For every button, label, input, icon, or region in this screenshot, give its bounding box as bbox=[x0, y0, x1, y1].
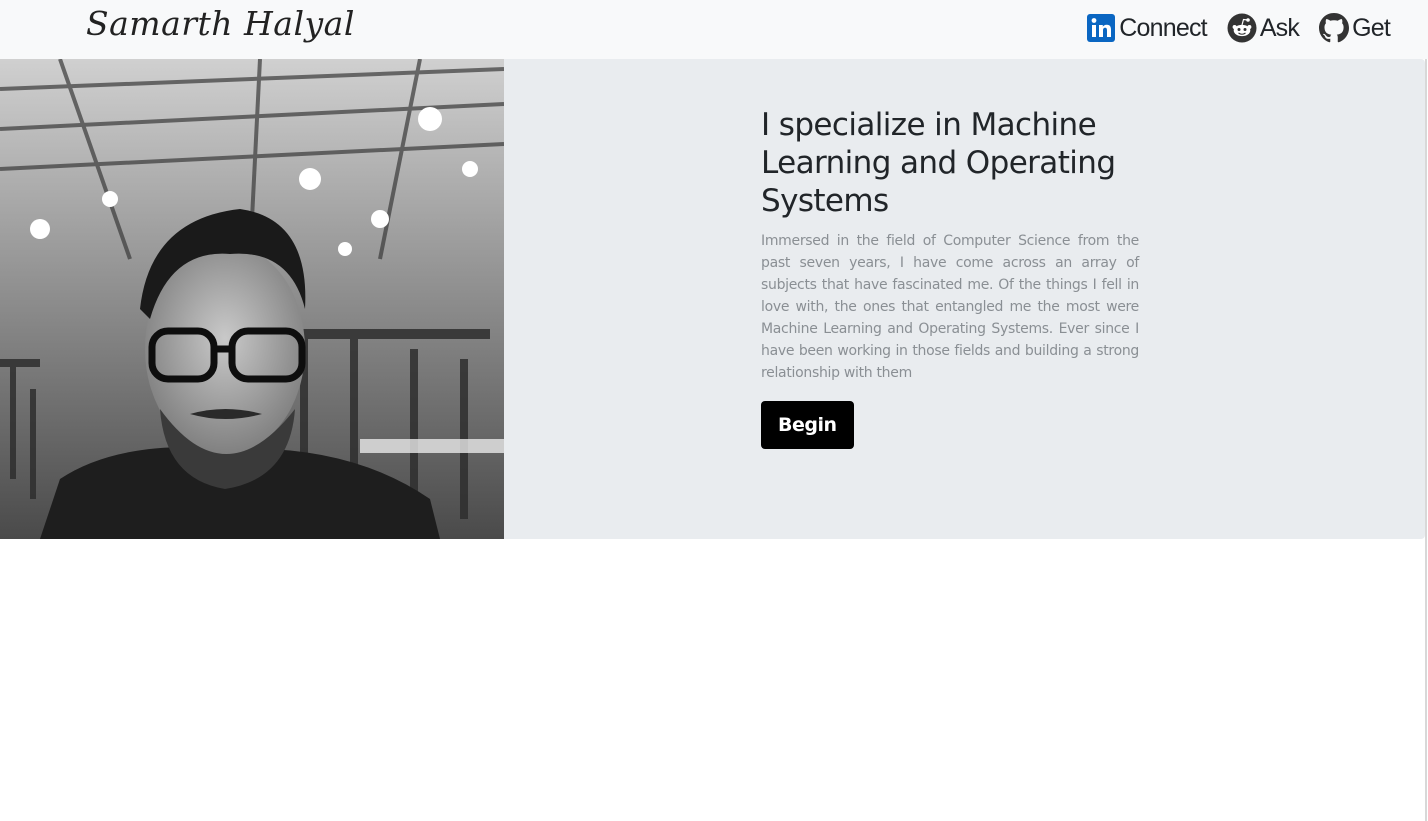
github-icon bbox=[1319, 13, 1350, 43]
linkedin-icon bbox=[1086, 13, 1116, 43]
scrollbar-edge bbox=[1425, 59, 1427, 821]
reddit-icon bbox=[1227, 13, 1257, 43]
brand-logo[interactable]: Samarth Halyal bbox=[86, 4, 355, 43]
profile-photo bbox=[0, 59, 504, 539]
get-link[interactable]: Get bbox=[1319, 13, 1391, 43]
nav-links: Connect Ask Get bbox=[1086, 13, 1391, 43]
connect-label: Connect bbox=[1119, 13, 1207, 42]
begin-button[interactable]: Begin bbox=[761, 401, 854, 449]
hero-jumbotron: I specialize in Machine Learning and Ope… bbox=[0, 59, 1425, 539]
hero-headline: I specialize in Machine Learning and Ope… bbox=[761, 107, 1116, 219]
connect-link[interactable]: Connect bbox=[1086, 13, 1208, 43]
hero-content: I specialize in Machine Learning and Ope… bbox=[761, 106, 1139, 449]
ask-link[interactable]: Ask bbox=[1227, 13, 1300, 43]
ask-label: Ask bbox=[1259, 13, 1300, 42]
hero-description: Immersed in the field of Computer Scienc… bbox=[761, 233, 1139, 381]
get-label: Get bbox=[1352, 13, 1391, 42]
navbar: Samarth Halyal Connect Ask Get bbox=[0, 0, 1428, 59]
